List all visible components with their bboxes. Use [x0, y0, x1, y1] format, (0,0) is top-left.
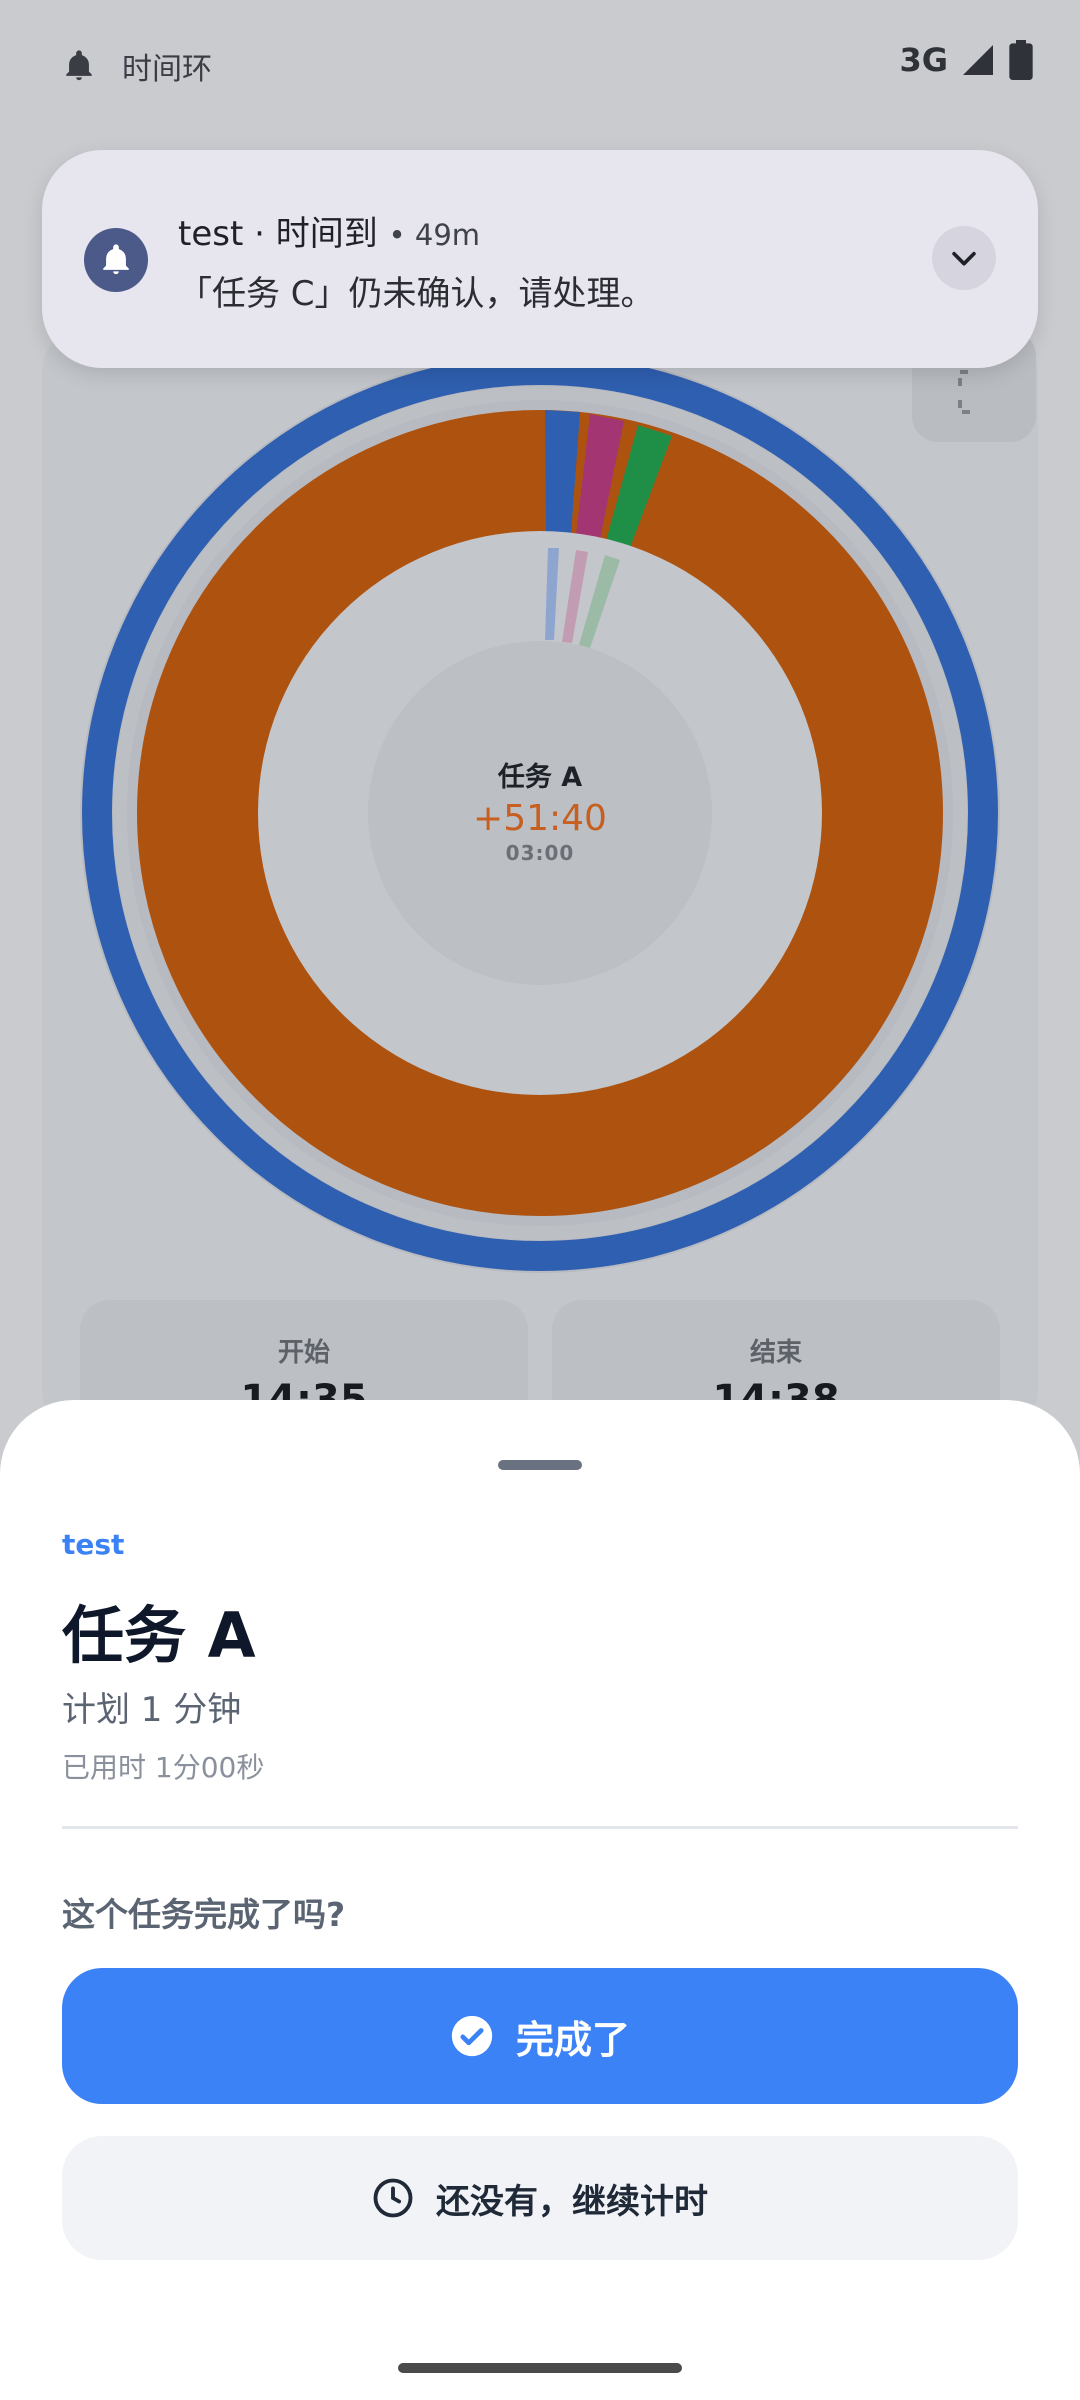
- ring-task-name: 任务 A: [497, 762, 583, 793]
- sheet-drag-handle[interactable]: [498, 1460, 582, 1470]
- notification-category: 时间到: [275, 214, 378, 254]
- task-confirm-sheet: test 任务 A 计划 1 分钟 已用时 1分00秒 这个任务完成了吗? 完成…: [0, 1400, 1080, 2400]
- notification-header: test · 时间到 • 49m: [178, 214, 481, 254]
- task-category: test: [62, 1528, 125, 1561]
- gesture-nav-bar[interactable]: [398, 2363, 682, 2373]
- ring-center-label: 任务 A +51:40 03:00: [370, 755, 710, 865]
- done-button[interactable]: 完成了: [62, 1968, 1018, 2104]
- notification-app-icon: [84, 228, 148, 292]
- start-label: 开始: [277, 1338, 330, 1368]
- bell-icon: [103, 244, 129, 275]
- notification-expand-button[interactable]: [932, 226, 996, 290]
- task-planned: 计划 1 分钟: [62, 1690, 242, 1730]
- divider: [62, 1826, 1018, 1829]
- heads-up-notification[interactable]: test · 时间到 • 49m 「任务 C」仍未确认，请处理。: [42, 150, 1038, 368]
- end-label: 结束: [749, 1338, 802, 1368]
- notification-time: 49m: [414, 218, 481, 252]
- clock-icon: [373, 2178, 413, 2218]
- ring-overtime: +51:40: [473, 798, 607, 839]
- task-title: 任务 A: [62, 1599, 256, 1672]
- task-used-time: 已用时 1分00秒: [62, 1751, 265, 1784]
- notification-app-name: test: [178, 214, 244, 254]
- continue-timing-button[interactable]: 还没有，继续计时: [62, 2136, 1018, 2260]
- done-button-label: 完成了: [515, 2017, 630, 2062]
- completion-question: 这个任务完成了吗?: [62, 1895, 346, 1934]
- notification-message: 「任务 C」仍未确认，请处理。: [178, 274, 655, 314]
- chevron-down-icon: [952, 251, 976, 266]
- ring-planned-time: 03:00: [505, 841, 575, 865]
- continue-button-label: 还没有，继续计时: [436, 2181, 708, 2222]
- check-circle-icon: [451, 2015, 493, 2057]
